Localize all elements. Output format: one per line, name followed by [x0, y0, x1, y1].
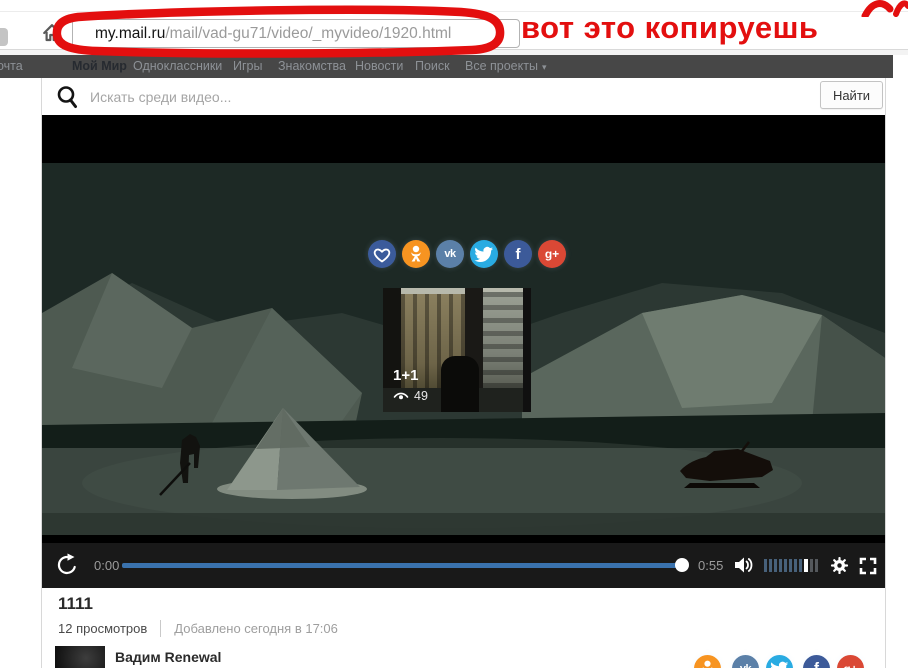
- heart-glyph: [373, 248, 391, 263]
- video-frame[interactable]: vk f g+ 1+1 49: [42, 163, 885, 535]
- video-letterbox-bottom[interactable]: [42, 535, 885, 543]
- volume-bar[interactable]: [764, 559, 767, 572]
- twitter-bird-glyph: [770, 661, 789, 668]
- url-path: /mail/vad-gu71/video/_myvideo/1920.html: [165, 25, 452, 42]
- home-button[interactable]: [41, 22, 63, 44]
- nav-item-all-projects[interactable]: Все проекты ▾: [465, 55, 547, 78]
- twitter-icon[interactable]: [470, 240, 498, 268]
- ok-glyph: [410, 245, 422, 262]
- twitter-icon[interactable]: [766, 655, 793, 668]
- vk-icon[interactable]: vk: [732, 655, 759, 668]
- volume-bar[interactable]: [774, 559, 777, 572]
- address-bar[interactable]: my.mail.ru/mail/vad-gu71/video/_myvideo/…: [72, 19, 520, 48]
- nav-item-odnoklassniki[interactable]: Одноклассники: [133, 55, 222, 78]
- volume-bar[interactable]: [769, 559, 772, 572]
- volume-bar[interactable]: [789, 559, 792, 572]
- thumb-figure: [441, 356, 479, 412]
- replay-icon: [57, 553, 76, 575]
- volume-bar[interactable]: [779, 559, 782, 572]
- fullscreen-icon: [859, 557, 877, 575]
- views-eye-icon: [393, 392, 409, 400]
- nav-item-mail[interactable]: Почта: [0, 55, 23, 78]
- video-search-bar: Найти: [42, 78, 885, 115]
- volume-bar[interactable]: [799, 559, 802, 572]
- nav-item-search[interactable]: Поиск: [415, 55, 450, 78]
- player-controls: 0:00 0:55: [42, 543, 885, 588]
- progress-knob[interactable]: [675, 558, 689, 572]
- settings-button[interactable]: [830, 556, 849, 580]
- nav-item-moi-mir[interactable]: Мой Мир: [72, 55, 127, 78]
- google-plus-icon[interactable]: g+: [837, 655, 864, 668]
- mute-button[interactable]: [734, 555, 756, 580]
- thumb-building-right: [483, 292, 523, 394]
- author-name[interactable]: Вадим Renewal: [115, 649, 221, 665]
- find-button[interactable]: Найти: [820, 81, 883, 109]
- home-icon: [43, 24, 61, 42]
- volume-bar[interactable]: [794, 559, 797, 572]
- odnoklassniki-icon[interactable]: [694, 655, 721, 668]
- content-column: Найти: [41, 78, 886, 668]
- vk-icon[interactable]: vk: [436, 240, 464, 268]
- copy-hint-annotation: вот это копируешь: [521, 10, 819, 45]
- nav-item-games[interactable]: Игры: [233, 55, 262, 78]
- preview-title: 1+1: [393, 367, 419, 384]
- current-time: 0:00: [94, 558, 120, 573]
- nav-item-news[interactable]: Новости: [355, 55, 403, 78]
- search-input[interactable]: [88, 82, 742, 112]
- video-info-section: 1111 12 просмотров Добавлено сегодня в 1…: [42, 588, 885, 668]
- added-timestamp: Добавлено сегодня в 17:06: [174, 621, 338, 636]
- video-title: 1111: [58, 594, 94, 613]
- volume-bar-active[interactable]: [804, 559, 808, 572]
- twitter-bird-glyph: [474, 246, 494, 263]
- share-icons-row: vk f g+: [368, 240, 566, 268]
- chevron-down-icon: ▾: [541, 63, 547, 73]
- volume-slider[interactable]: [764, 559, 818, 572]
- facebook-icon[interactable]: f: [803, 655, 830, 668]
- facebook-icon[interactable]: f: [504, 240, 532, 268]
- search-icon: [57, 86, 77, 108]
- preview-views: 49: [393, 389, 428, 403]
- meta-divider: [160, 620, 162, 637]
- top-navbar: Почта Мой Мир Одноклассники Игры Знакомс…: [0, 55, 893, 78]
- page: my.mail.ru/mail/vad-gu71/video/_myvideo/…: [0, 0, 908, 668]
- gear-icon: [830, 556, 849, 575]
- views-count: 12 просмотров: [58, 621, 148, 636]
- video-letterbox-top[interactable]: [42, 115, 885, 163]
- author-avatar[interactable]: [55, 646, 105, 668]
- red-scribble: [861, 0, 908, 17]
- preview-views-count: 49: [414, 389, 428, 403]
- video-preview-thumbnail[interactable]: 1+1 49: [383, 288, 531, 412]
- odnoklassniki-icon[interactable]: [402, 240, 430, 268]
- volume-bar[interactable]: [810, 559, 813, 572]
- mailru-heart-icon[interactable]: [368, 240, 396, 268]
- ok-glyph: [702, 660, 713, 668]
- volume-bar[interactable]: [784, 559, 787, 572]
- replay-button[interactable]: [55, 553, 79, 582]
- volume-bar[interactable]: [815, 559, 818, 572]
- fullscreen-button[interactable]: [858, 556, 878, 581]
- video-meta: 12 просмотров Добавлено сегодня в 17:06: [58, 620, 338, 637]
- google-plus-icon[interactable]: g+: [538, 240, 566, 268]
- progress-bar[interactable]: [122, 563, 682, 568]
- chrome-edge-fragment: [0, 28, 8, 46]
- browser-chrome: my.mail.ru/mail/vad-gu71/video/_myvideo/…: [0, 0, 908, 58]
- duration: 0:55: [698, 558, 724, 573]
- nav-item-dating[interactable]: Знакомства: [278, 55, 346, 78]
- url-host: my.mail.ru: [95, 25, 166, 42]
- volume-icon: [735, 557, 753, 573]
- thumb-frame: [523, 288, 531, 412]
